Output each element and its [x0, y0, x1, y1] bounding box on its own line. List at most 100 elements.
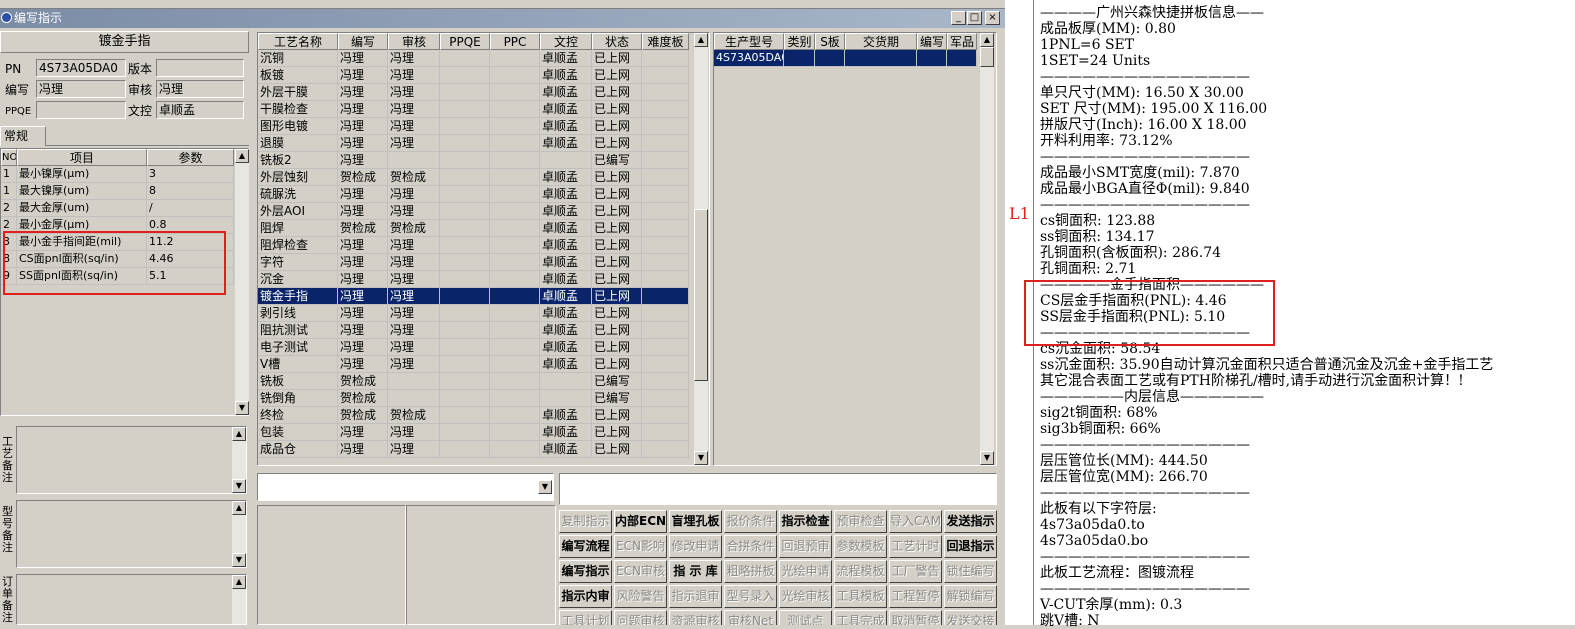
scroll-down-icon[interactable]: ▼ — [980, 451, 994, 465]
process-note-box[interactable]: ▲ ▼ — [16, 426, 247, 494]
action-button[interactable]: 粗略拼板 — [724, 560, 777, 583]
scroll-up-icon[interactable]: ▲ — [232, 575, 246, 589]
action-button[interactable]: 工具计划 — [559, 610, 612, 625]
process-row[interactable]: 包装 冯理 冯理 卓顺孟 已上网 — [258, 424, 689, 441]
model-col-s-board[interactable]: S板 — [815, 33, 845, 50]
action-button[interactable]: 参数模板 — [834, 535, 887, 558]
order-note-box[interactable]: ▲ — [16, 574, 247, 625]
process-row[interactable]: 铣倒角 贺检成 已编写 — [258, 390, 689, 407]
process-row[interactable]: V槽 冯理 冯理 卓顺孟 已上网 — [258, 356, 689, 373]
process-row[interactable]: 外层蚀刻 贺检成 贺检成 卓顺孟 已上网 — [258, 169, 689, 186]
param-row[interactable]: 1 最大镍厚(um) 8 — [1, 183, 234, 200]
scroll-up-icon[interactable]: ▲ — [980, 33, 994, 47]
tab-general[interactable]: 常规 — [0, 126, 46, 146]
maximize-button[interactable]: □ — [967, 11, 982, 25]
process-col-status[interactable]: 状态 — [592, 33, 642, 50]
note3-scrollbar[interactable]: ▲ — [232, 575, 246, 624]
process-row[interactable]: 铣板2 冯理 已编写 — [258, 152, 689, 169]
note1-scrollbar[interactable]: ▲ ▼ — [232, 427, 246, 493]
action-button[interactable]: 盲埋孔板 — [669, 510, 722, 533]
param-col-no[interactable]: NO — [1, 149, 17, 166]
scroll-thumb[interactable] — [694, 209, 708, 381]
writer-field[interactable]: 冯理 — [36, 80, 126, 98]
process-row[interactable]: 剥引线 冯理 冯理 卓顺孟 已上网 — [258, 305, 689, 322]
process-row[interactable]: 阻焊检查 冯理 冯理 卓顺孟 已上网 — [258, 237, 689, 254]
note2-scrollbar[interactable]: ▲ ▼ — [232, 501, 246, 567]
process-col-writer[interactable]: 编写 — [338, 33, 388, 50]
action-button[interactable]: 导入CAM — [889, 510, 942, 533]
process-row[interactable]: 电子测试 冯理 冯理 卓顺孟 已上网 — [258, 339, 689, 356]
version-field[interactable] — [156, 59, 244, 77]
process-row[interactable]: 阻抗测试 冯理 冯理 卓顺孟 已上网 — [258, 322, 689, 339]
action-button[interactable]: 取消暂停 — [889, 610, 942, 625]
action-button[interactable]: 合拼条件 — [724, 535, 777, 558]
action-button[interactable]: 测试点 — [779, 610, 832, 625]
process-row[interactable]: 退膜 冯理 冯理 卓顺孟 已上网 — [258, 135, 689, 152]
model-col-category[interactable]: 类别 — [784, 33, 815, 50]
scroll-up-icon[interactable]: ▲ — [232, 427, 246, 441]
scroll-down-icon[interactable]: ▼ — [232, 553, 246, 567]
action-button[interactable]: 报价条件 — [724, 510, 777, 533]
action-button[interactable]: 指示内审 — [559, 585, 612, 608]
filter-combo[interactable]: ▼ — [257, 473, 554, 501]
process-row[interactable]: 干膜检查 冯理 冯理 卓顺孟 已上网 — [258, 101, 689, 118]
action-button[interactable]: 风险警告 — [614, 585, 667, 608]
action-button[interactable]: ECN审核 — [614, 560, 667, 583]
chevron-down-icon[interactable]: ▼ — [538, 480, 552, 494]
action-button[interactable]: 光绘审核 — [779, 585, 832, 608]
action-button[interactable]: 工艺计时 — [889, 535, 942, 558]
action-button[interactable]: 指示退审 — [669, 585, 722, 608]
ppqe-field[interactable] — [36, 101, 126, 119]
action-button[interactable]: 编写流程 — [559, 535, 612, 558]
action-button[interactable]: 工程暂停 — [889, 585, 942, 608]
model-scrollbar[interactable]: ▲ ▼ — [980, 33, 994, 465]
scroll-down-icon[interactable]: ▼ — [232, 479, 246, 493]
model-note-box[interactable]: ▲ ▼ — [16, 500, 247, 568]
action-button[interactable]: 工厂警告 — [889, 560, 942, 583]
model-col-delivery[interactable]: 交货期 — [845, 33, 917, 50]
process-row[interactable]: 阻焊 贺检成 贺检成 卓顺孟 已上网 — [258, 220, 689, 237]
process-row[interactable]: 成品仓 冯理 冯理 卓顺孟 已上网 — [258, 441, 689, 458]
control-field[interactable]: 卓顺孟 — [156, 101, 244, 119]
process-row[interactable]: 沉金 冯理 冯理 卓顺孟 已上网 — [258, 271, 689, 288]
process-scrollbar[interactable]: ▲ ▼ — [694, 33, 708, 465]
action-button[interactable]: 发送交接 — [944, 610, 997, 625]
action-button[interactable]: 流程模板 — [834, 560, 887, 583]
action-button[interactable]: 工具模板 — [834, 585, 887, 608]
process-col-control[interactable]: 文控 — [540, 33, 592, 50]
action-button[interactable]: 预审检查 — [834, 510, 887, 533]
action-button[interactable]: 指 示 库 — [669, 560, 722, 583]
process-col-ppc[interactable]: PPC — [490, 33, 540, 50]
param-col-value[interactable]: 参数 — [147, 149, 234, 166]
param-row[interactable]: 1 最小镍厚(μm) 3 — [1, 166, 234, 183]
review-field[interactable]: 冯理 — [156, 80, 244, 98]
action-button[interactable]: 内部ECN — [614, 510, 667, 533]
command-input[interactable] — [559, 473, 997, 505]
action-button[interactable]: 指示检查 — [779, 510, 832, 533]
action-button[interactable]: 资源审核 — [669, 610, 722, 625]
action-button[interactable]: 复制指示 — [559, 510, 612, 533]
scroll-thumb[interactable] — [980, 47, 994, 67]
process-row[interactable]: 硫脲洗 冯理 冯理 卓顺孟 已上网 — [258, 186, 689, 203]
close-button[interactable]: × — [985, 11, 1000, 25]
process-row[interactable]: 字符 冯理 冯理 卓顺孟 已上网 — [258, 254, 689, 271]
process-col-ppqe[interactable]: PPQE — [440, 33, 490, 50]
process-row[interactable]: 板镀 冯理 冯理 卓顺孟 已上网 — [258, 67, 689, 84]
process-row[interactable]: 沉铜 冯理 冯理 卓顺孟 已上网 — [258, 50, 689, 67]
action-button[interactable]: 工具完成 — [834, 610, 887, 625]
action-button[interactable]: 光绘申请 — [779, 560, 832, 583]
action-button[interactable]: 型号录入 — [724, 585, 777, 608]
param-scrollbar[interactable]: ▲ ▼ — [235, 149, 249, 415]
process-row[interactable]: 外层AOI 冯理 冯理 卓顺孟 已上网 — [258, 203, 689, 220]
scroll-up-icon[interactable]: ▲ — [232, 501, 246, 515]
model-row[interactable]: 4S73A05DA0 — [714, 50, 977, 67]
pn-field[interactable]: 4S73A05DA0 — [36, 59, 126, 77]
action-button[interactable]: ECN影响 — [614, 535, 667, 558]
model-col-military[interactable]: 军品 — [947, 33, 977, 50]
minimize-button[interactable]: _ — [951, 11, 966, 25]
action-button[interactable]: 问题审核 — [614, 610, 667, 625]
process-row[interactable]: 铣板 贺检成 已编写 — [258, 373, 689, 390]
action-button[interactable]: 发送指示 — [944, 510, 997, 533]
action-button[interactable]: 修改申请 — [669, 535, 722, 558]
model-col-writer[interactable]: 编写 — [917, 33, 947, 50]
